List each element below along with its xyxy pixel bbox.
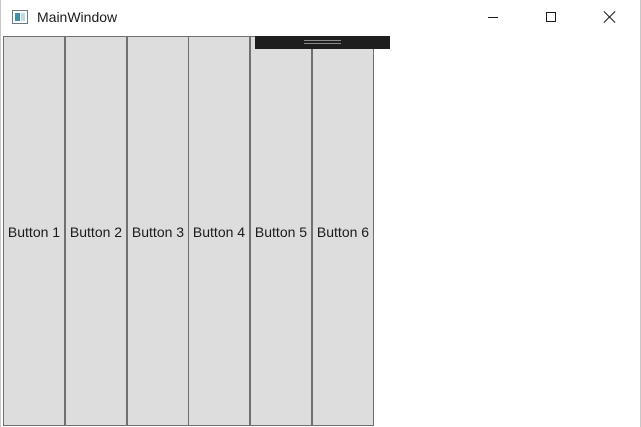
button-1[interactable]: Button 1 (3, 36, 65, 426)
close-icon (604, 11, 616, 23)
minimize-icon (488, 16, 498, 18)
button-6[interactable]: Button 6 (312, 36, 374, 426)
maximize-button[interactable] (528, 0, 574, 34)
button-6-label: Button 6 (316, 224, 370, 240)
minimize-button[interactable] (470, 0, 516, 34)
window-title: MainWindow (37, 9, 118, 25)
button-4[interactable]: Button 4 (188, 36, 250, 426)
button-5-label: Button 5 (254, 224, 308, 240)
button-4-label: Button 4 (192, 224, 246, 240)
button-5[interactable]: Button 5 (250, 36, 312, 426)
window-app-icon (12, 10, 28, 24)
close-button[interactable] (587, 0, 633, 34)
button-1-label: Button 1 (7, 224, 61, 240)
button-panel: Button 1 Button 2 Button 3 Button 4 Butt… (3, 36, 374, 427)
title-bar[interactable]: MainWindow (1, 0, 640, 34)
button-3-label: Button 3 (131, 224, 185, 240)
debug-toolbar[interactable] (255, 36, 390, 49)
button-2-label: Button 2 (69, 224, 123, 240)
maximize-icon (546, 12, 556, 22)
main-window: MainWindow Button 1 Button 2 Button 3 Bu… (0, 0, 641, 427)
button-2[interactable]: Button 2 (65, 36, 127, 426)
toolbar-drag-handle[interactable] (304, 40, 341, 44)
button-3[interactable]: Button 3 (127, 36, 189, 426)
